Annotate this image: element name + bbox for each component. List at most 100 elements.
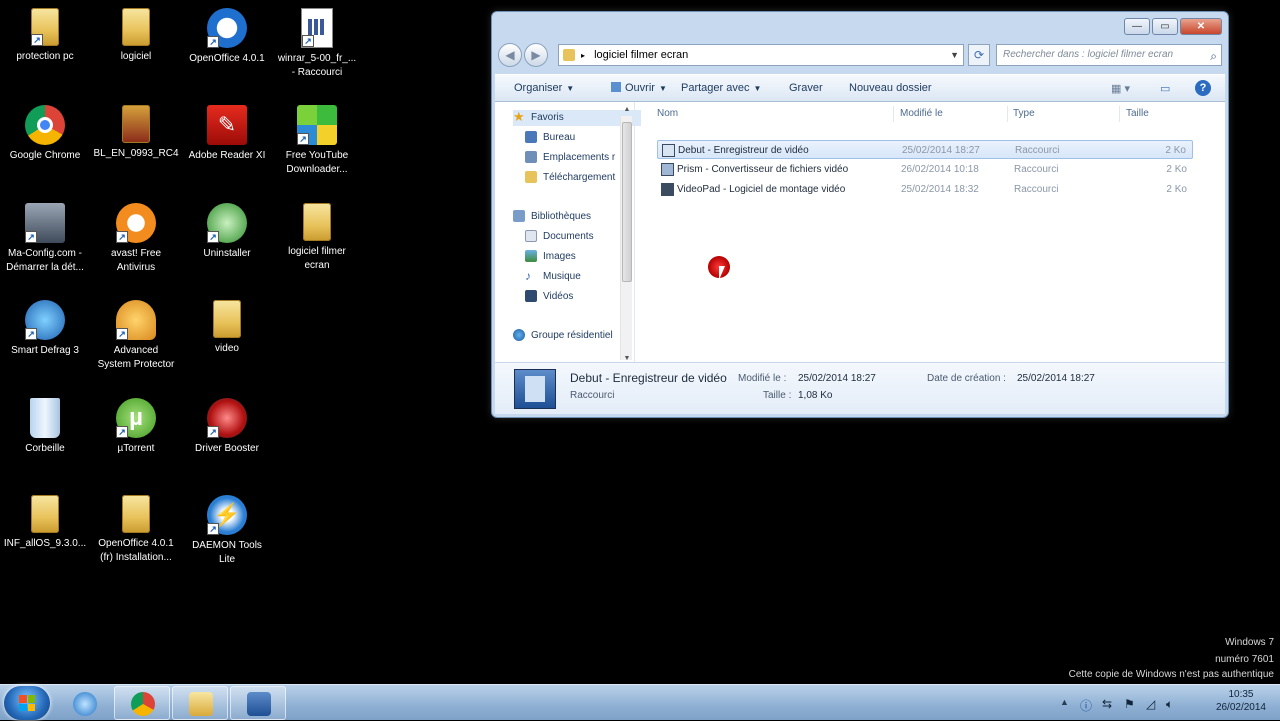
start-button[interactable] [4, 686, 50, 720]
desktop-icon-video[interactable]: video [182, 300, 272, 356]
recycle-bin-icon [30, 398, 60, 438]
desktop-icon-label: Driver Booster [195, 443, 259, 454]
new-folder-button[interactable]: Nouveau dossier [849, 82, 932, 94]
file-row[interactable]: VideoPad - Logiciel de montage vidéo 25/… [657, 180, 1193, 199]
file-row[interactable]: Debut - Enregistreur de vidéo 25/02/2014… [657, 140, 1193, 159]
column-separator[interactable] [893, 106, 894, 122]
breadcrumb-current-folder[interactable]: logiciel filmer ecran [594, 49, 688, 61]
desktop-icon-adobe-reader[interactable]: ✎ Adobe Reader XI [182, 105, 272, 163]
search-input[interactable]: Rechercher dans : logiciel filmer ecran … [996, 44, 1222, 66]
file-size: 2 Ko [1166, 164, 1187, 175]
desktop-icon-bl-en[interactable]: BL_EN_0993_RC4 [91, 105, 181, 161]
taskbar-ie[interactable] [56, 686, 112, 720]
burn-button[interactable]: Graver [789, 82, 823, 94]
homegroup-icon [513, 329, 525, 342]
view-options-icon[interactable]: ▦ ▾ [1111, 82, 1130, 95]
desktop-icon-utorrent[interactable]: µ ↗ µTorrent [91, 398, 181, 456]
desktop-icon-winrar[interactable]: ↗ winrar_5-00_fr_... - Raccourci [272, 8, 362, 80]
minimize-button[interactable]: — [1124, 18, 1150, 35]
taskbar: ▲ ⓘ ⇆ ⚑ ◿ 🔈︎ 10:35 26/02/2014 [0, 684, 1280, 720]
column-header-modified[interactable]: Modifié le [900, 108, 943, 119]
nav-item-videos[interactable]: Vidéos [525, 289, 653, 305]
column-header-size[interactable]: Taille [1126, 108, 1149, 119]
file-row[interactable]: Prism - Convertisseur de fichiers vidéo … [657, 160, 1193, 179]
nav-item-documents[interactable]: Documents [525, 229, 653, 245]
desktop-icon-logiciel[interactable]: logiciel [91, 8, 181, 64]
file-modified: 25/02/2014 18:27 [902, 145, 980, 156]
desktop-icon-inf-allos[interactable]: INF_allOS_9.3.0... [0, 495, 90, 551]
desktop-icon-free-youtube-downloader[interactable]: ↗ Free YouTube Downloader... [272, 105, 362, 177]
share-menu[interactable]: Partager avec ▼ [681, 82, 761, 94]
nav-item-telechargement[interactable]: Téléchargement [525, 170, 623, 186]
clock[interactable]: 10:35 26/02/2014 [1216, 688, 1266, 714]
back-button[interactable]: ◀ [498, 43, 522, 67]
taskbar-debut[interactable] [230, 686, 286, 720]
desktop-icon-daemon-tools[interactable]: ⚡ ↗ DAEMON Tools Lite [182, 495, 272, 567]
clock-time: 10:35 [1228, 689, 1254, 700]
desktop-icon-smart-defrag[interactable]: ↗ Smart Defrag 3 [0, 300, 90, 358]
nav-label: Groupe résidentiel [531, 330, 613, 341]
refresh-button[interactable]: ⟳ [968, 44, 990, 66]
help-icon[interactable]: ? [1195, 80, 1211, 96]
scrollbar-thumb[interactable] [622, 122, 632, 282]
taskbar-chrome[interactable] [114, 686, 170, 720]
scroll-up-icon[interactable]: ▲ [622, 106, 632, 113]
nav-label: Favoris [531, 112, 564, 123]
forward-button[interactable]: ▶ [524, 43, 548, 67]
openoffice-icon: ↗ [207, 8, 247, 48]
nav-scrollbar[interactable]: ▲ ▼ [620, 106, 632, 362]
desktop-icon-openoffice-installation[interactable]: OpenOffice 4.0.1 (fr) Installation... [91, 495, 181, 565]
open-button[interactable]: Ouvrir ▼ [611, 82, 667, 94]
driver-booster-icon: ↗ [207, 398, 247, 438]
column-header-name[interactable]: Nom [657, 108, 678, 119]
details-modified-label: Modifié le : [738, 373, 787, 384]
smart-defrag-icon: ↗ [25, 300, 65, 340]
desktop-icon-openoffice[interactable]: ↗ OpenOffice 4.0.1 [182, 8, 272, 66]
nav-homegroup[interactable]: Groupe résidentiel [513, 328, 625, 344]
column-separator[interactable] [1119, 106, 1120, 122]
desktop-icon-recycle-bin[interactable]: Corbeille [0, 398, 90, 456]
watermark-genuine-notice: Cette copie de Windows n'est pas authent… [1068, 669, 1274, 680]
desktop-icon-uninstaller[interactable]: ↗ Uninstaller [182, 203, 272, 261]
column-separator[interactable] [1007, 106, 1008, 122]
close-button[interactable]: ✕ [1180, 18, 1222, 35]
desktop-icon-label: Google Chrome [9, 150, 81, 161]
desktop-icon-protection-pc[interactable]: ↗ protection pc [0, 8, 90, 64]
desktop-icon-advanced-system-protector[interactable]: ↗ Advanced System Protector [91, 300, 181, 372]
scroll-down-icon[interactable]: ▼ [622, 355, 632, 362]
maximize-button[interactable]: ▭ [1152, 18, 1178, 35]
organize-menu[interactable]: Organiser ▼ [514, 82, 574, 94]
desktop-icon-driver-booster[interactable]: ↗ Driver Booster [182, 398, 272, 456]
volume-icon[interactable]: 🔈︎ [1166, 697, 1173, 712]
nav-item-emplacements[interactable]: Emplacements r [525, 150, 623, 166]
folder-icon [303, 203, 331, 241]
nav-label: Vidéos [543, 291, 574, 302]
details-file-type: Raccourci [570, 390, 615, 401]
desktop-icon-label: protection pc [16, 51, 74, 62]
security-icon[interactable]: ⚑ [1124, 697, 1135, 711]
signal-icon[interactable]: ◿ [1146, 697, 1155, 711]
desktop-icon-ma-config[interactable]: ↗ Ma-Config.com - Démarrer la dét... [0, 203, 90, 275]
desktop-icon-logiciel-filmer-ecran[interactable]: logiciel filmer ecran [272, 203, 362, 273]
details-modified-value: 25/02/2014 18:27 [798, 373, 876, 384]
taskbar-explorer[interactable] [172, 686, 228, 720]
column-header-type[interactable]: Type [1013, 108, 1035, 119]
details-pane: Debut - Enregistreur de vidéo Raccourci … [495, 362, 1225, 414]
open-label: Ouvrir [625, 82, 655, 94]
nav-label: Musique [543, 271, 581, 282]
address-bar[interactable]: ▸ logiciel filmer ecran ▼ [558, 44, 964, 66]
network-icon[interactable]: ⇆ [1102, 697, 1112, 711]
chrome-icon [25, 105, 65, 145]
watermark-build: numéro 7601 [1215, 654, 1274, 665]
nav-item-musique[interactable]: ♪ Musique [525, 269, 653, 285]
chevron-down-icon[interactable]: ▼ [950, 45, 959, 65]
nav-label: Images [543, 251, 576, 262]
desktop-icon-label: Free YouTube Downloader... [285, 150, 349, 175]
show-hidden-icons[interactable]: ▲ [1060, 697, 1069, 707]
desktop-icon-avast[interactable]: ↗ avast! Free Antivirus [91, 203, 181, 275]
update-icon[interactable]: ⓘ [1080, 697, 1092, 714]
preview-pane-icon[interactable]: ▭ [1160, 82, 1170, 95]
desktop-icon-google-chrome[interactable]: Google Chrome [0, 105, 90, 163]
nav-item-bureau[interactable]: Bureau [525, 130, 653, 146]
nav-item-images[interactable]: Images [525, 249, 653, 265]
